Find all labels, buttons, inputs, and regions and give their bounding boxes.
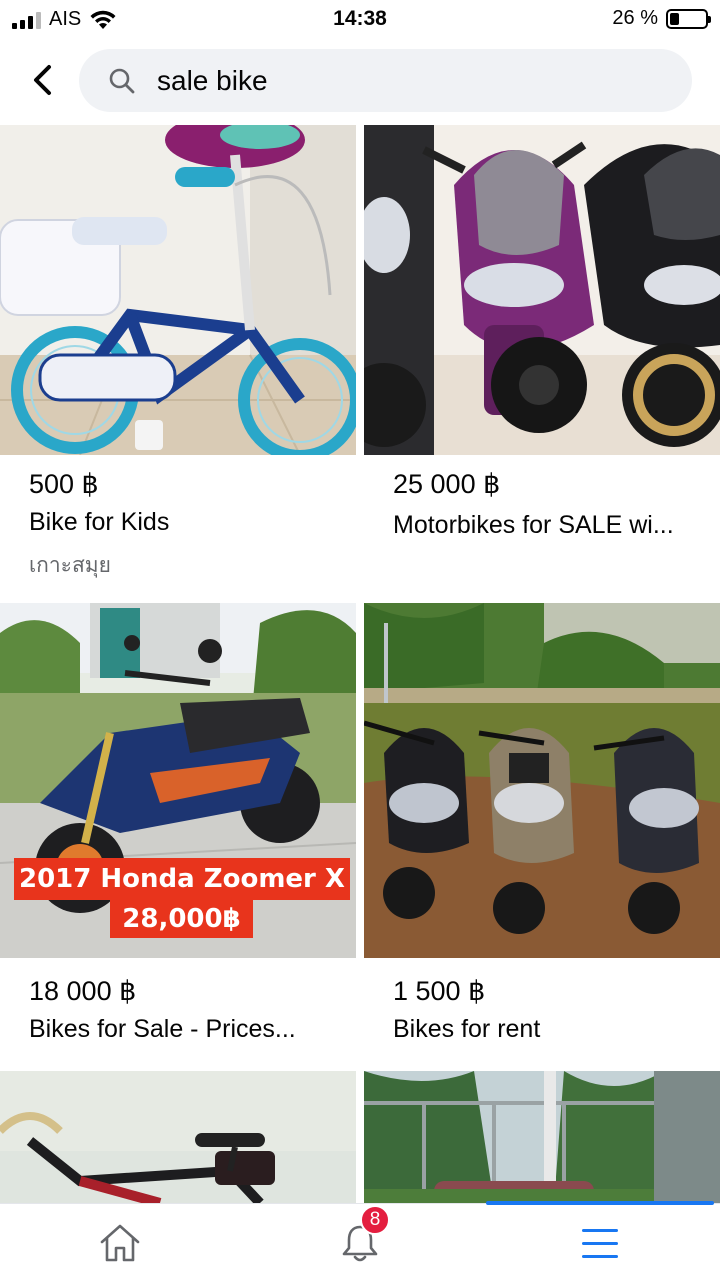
listing-title: Motorbikes for SALE wi... — [393, 511, 674, 539]
listing-card[interactable] — [0, 1071, 356, 1203]
scooters-on-grass-photo[interactable] — [364, 603, 720, 958]
bottom-navigation: 8 — [0, 1201, 720, 1280]
listing-card[interactable]: 2017 Honda Zoomer X 28,000฿ 18 000 ฿ Bik… — [0, 603, 356, 1071]
listing-location: เกาะสมุย — [29, 554, 111, 577]
nav-home[interactable] — [0, 1204, 240, 1280]
status-bar: AIS 14:38 26 % — [0, 0, 720, 38]
battery-percentage: 26 % — [612, 7, 658, 29]
listing-title: Bikes for Sale - Prices... — [29, 1015, 296, 1043]
listing-card[interactable]: 1 500 ฿ Bikes for rent — [364, 603, 720, 1071]
listing-card[interactable]: 25 000 ฿ Motorbikes for SALE wi... — [364, 125, 720, 601]
nav-menu[interactable] — [480, 1204, 720, 1280]
search-bar[interactable] — [79, 49, 692, 112]
honda-zoomer-photo[interactable]: 2017 Honda Zoomer X 28,000฿ — [0, 603, 356, 958]
listing-price: 18 000 ฿ — [29, 976, 137, 1006]
status-right: 26 % — [612, 7, 711, 30]
home-icon — [100, 1224, 140, 1261]
notification-count-badge: 8 — [360, 1204, 390, 1235]
listing-price: 500 ฿ — [29, 469, 99, 499]
listing-price: 1 500 ฿ — [393, 976, 486, 1006]
road-bicycle-photo[interactable] — [0, 1071, 356, 1203]
search-icon — [107, 66, 137, 96]
listing-title: Bikes for rent — [393, 1015, 541, 1043]
listing-price: 25 000 ฿ — [393, 469, 501, 499]
notifications-wrapper: 8 — [338, 1204, 390, 1265]
search-header — [0, 38, 720, 124]
garden-fence-photo[interactable] — [364, 1071, 720, 1203]
scooters-in-showroom-photo[interactable] — [364, 125, 720, 455]
price-overlay-line1: 2017 Honda Zoomer X — [14, 858, 350, 900]
battery-fill — [670, 12, 679, 25]
listing-title: Bike for Kids — [29, 508, 170, 536]
battery-icon — [666, 8, 711, 29]
menu-icon — [582, 1228, 618, 1258]
listing-card[interactable] — [364, 1071, 720, 1203]
kids-bicycle-photo[interactable] — [0, 125, 356, 455]
search-input[interactable] — [157, 64, 637, 97]
nav-notifications[interactable]: 8 — [240, 1204, 480, 1280]
price-overlay-line2: 28,000฿ — [110, 900, 253, 938]
listing-card[interactable]: 500 ฿ Bike for Kids เกาะสมุย — [0, 125, 356, 601]
chevron-left-icon — [34, 65, 51, 95]
back-button[interactable] — [22, 60, 62, 100]
